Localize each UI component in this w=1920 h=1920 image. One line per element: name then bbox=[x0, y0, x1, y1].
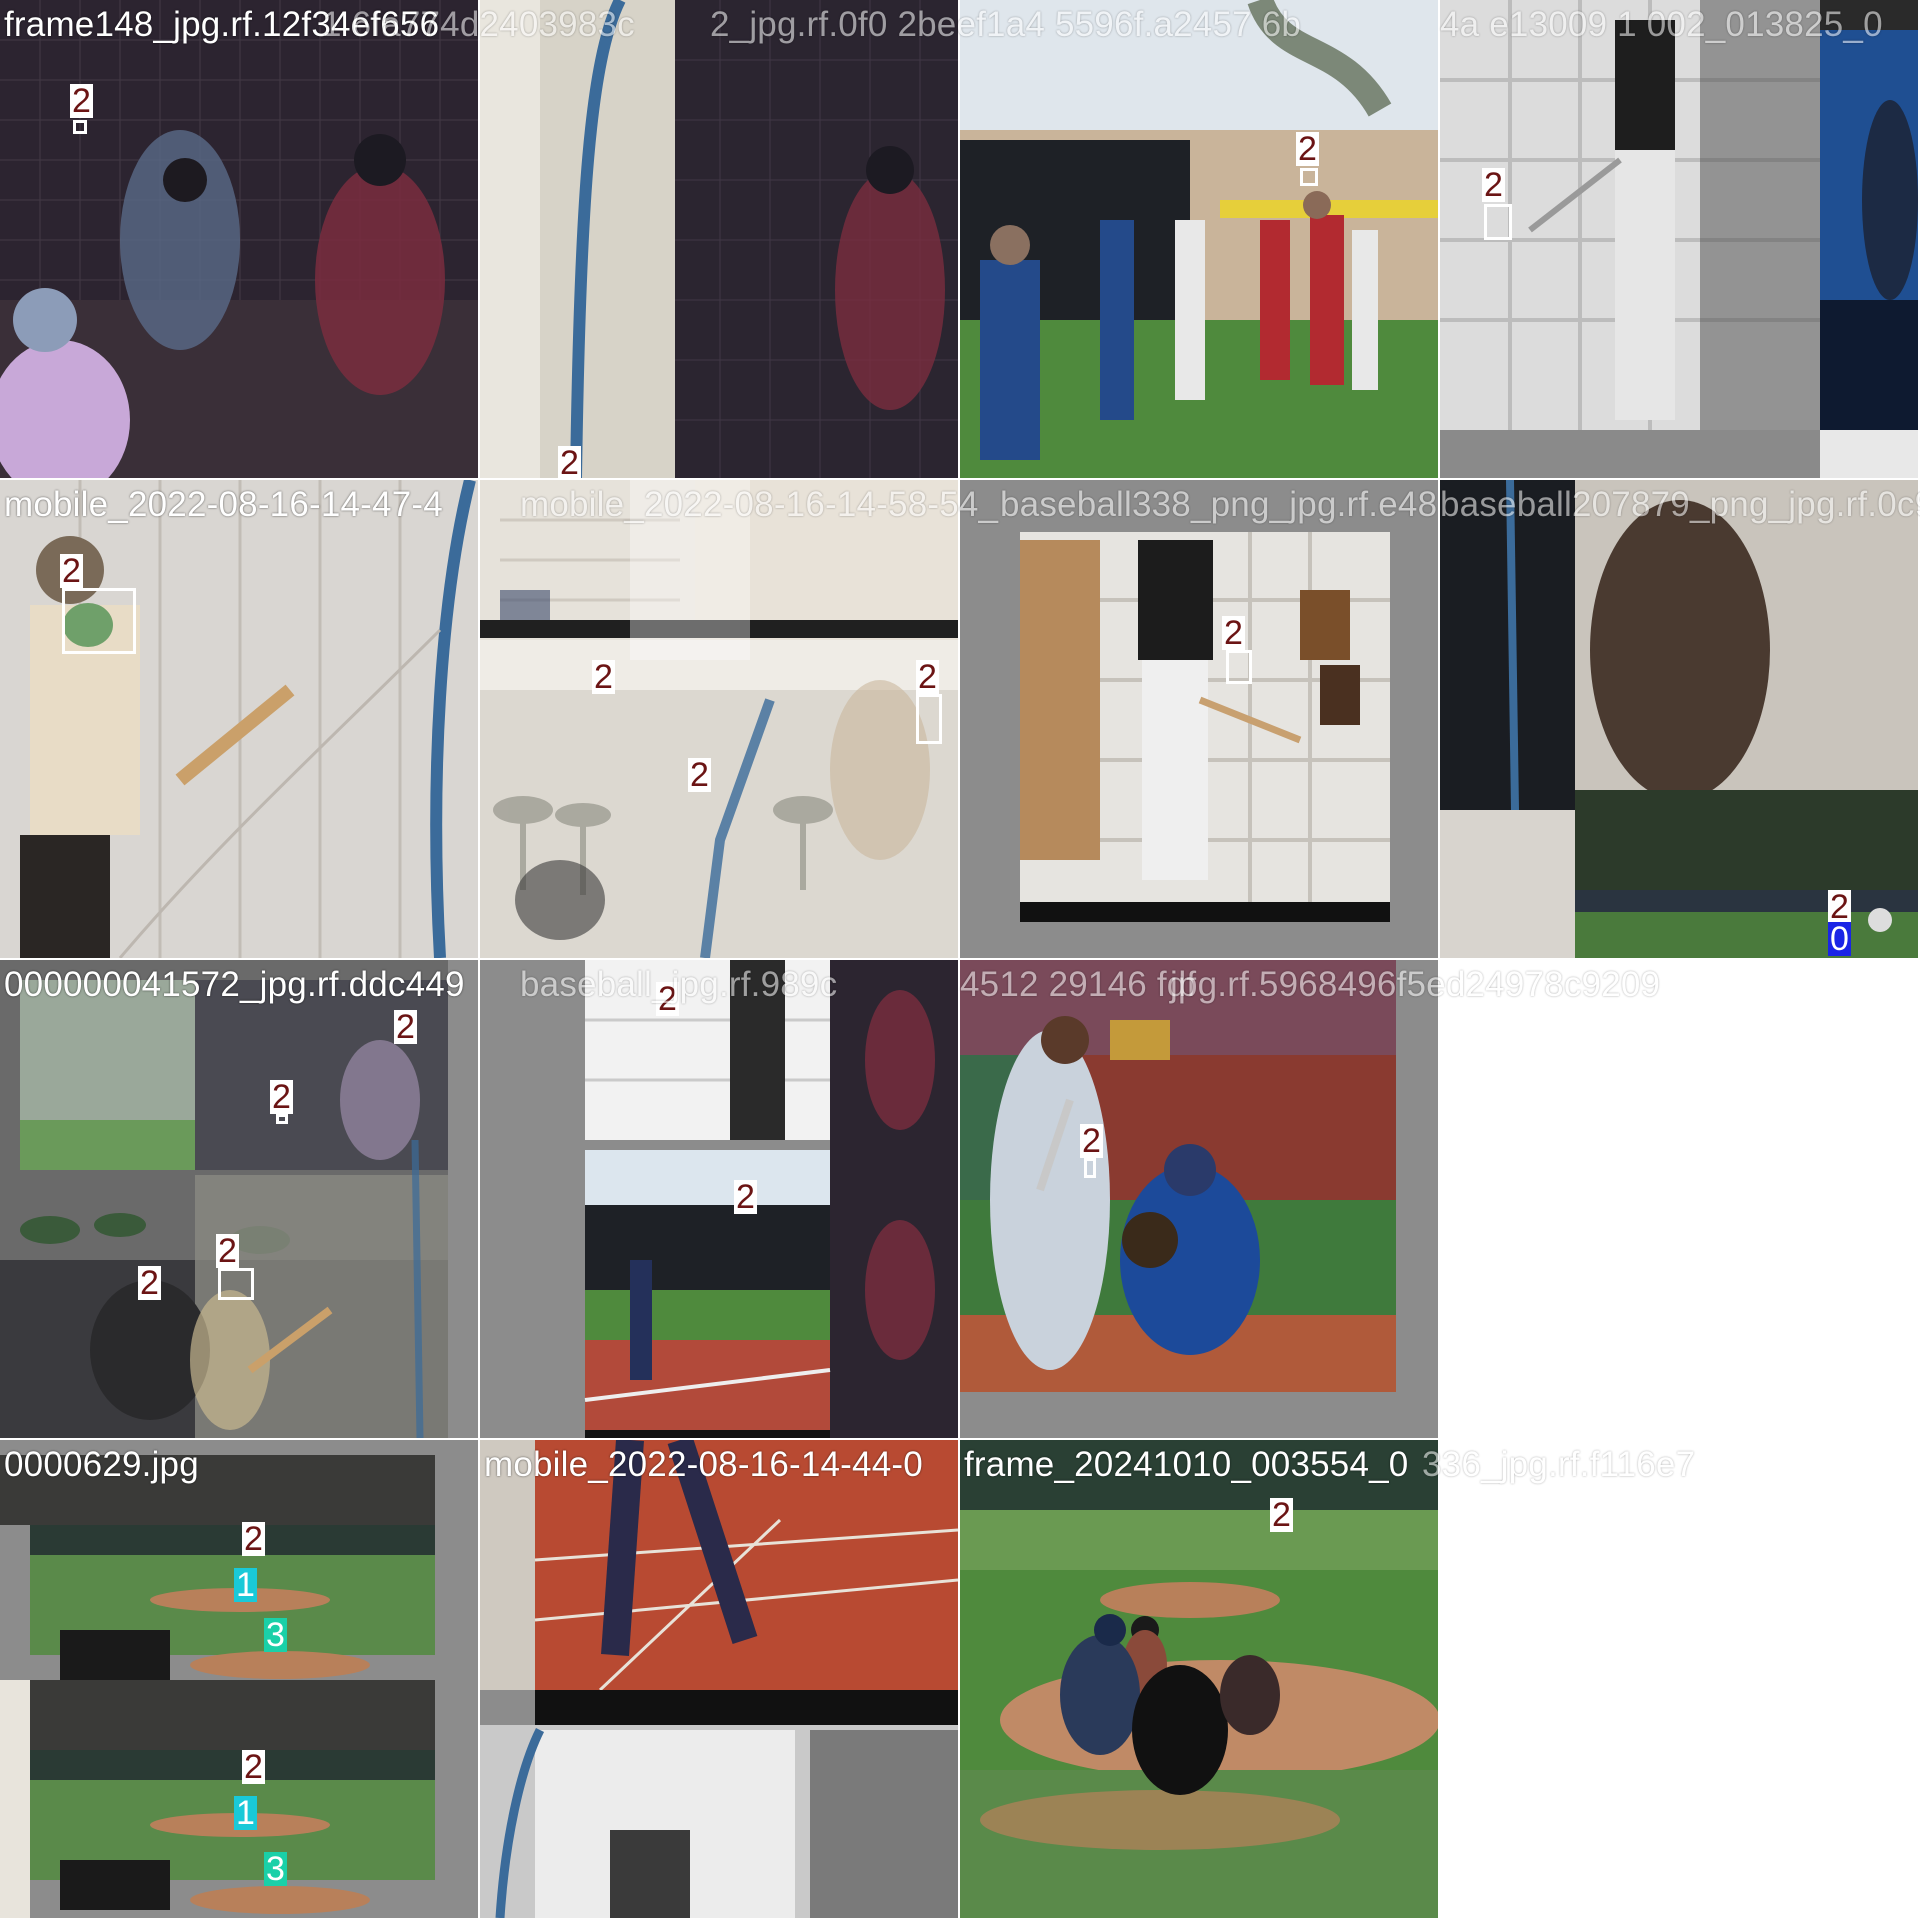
scene-pole-and-cage bbox=[480, 0, 958, 478]
scene-pro-pitcher-catcher bbox=[960, 960, 1438, 1438]
class-label: 2 bbox=[1482, 166, 1505, 204]
mosaic-tile bbox=[480, 0, 958, 478]
class-label: 2 bbox=[60, 552, 83, 590]
bounding-box bbox=[916, 694, 942, 744]
class-label: 2 bbox=[138, 1264, 161, 1302]
scene-batting-cage bbox=[0, 0, 478, 478]
class-label: 2 bbox=[1828, 888, 1851, 926]
class-label: 2 bbox=[70, 82, 93, 120]
bounding-box bbox=[218, 1268, 254, 1300]
mosaic-tile bbox=[0, 0, 478, 478]
scene-wall-and-stadium bbox=[1440, 480, 1918, 958]
mosaic-tile bbox=[480, 960, 958, 1438]
class-label: 2 bbox=[1296, 130, 1319, 168]
mosaic-tile bbox=[0, 1440, 478, 1918]
bounding-box bbox=[1084, 1158, 1096, 1178]
mosaic-grid: 2 2 2 2 2 2 2 2 2 2 0 2 2 2 2 2 2 2 2 1 … bbox=[0, 0, 1920, 1920]
class-label: 0 bbox=[1828, 920, 1851, 958]
scene-training-field bbox=[960, 0, 1438, 478]
mosaic-tile bbox=[960, 1440, 1438, 1918]
bounding-box bbox=[62, 588, 136, 654]
bounding-box bbox=[1484, 204, 1512, 240]
class-label: 3 bbox=[264, 1616, 287, 1654]
scene-indoor-batter-padded bbox=[960, 480, 1438, 958]
class-label: 2 bbox=[1080, 1122, 1103, 1160]
bounding-box bbox=[1300, 168, 1318, 186]
class-label: 3 bbox=[264, 1850, 287, 1888]
mosaic-tile bbox=[960, 0, 1438, 478]
class-label: 2 bbox=[270, 1078, 293, 1116]
class-label: 2 bbox=[656, 980, 679, 1018]
class-label: 2 bbox=[216, 1232, 239, 1270]
mosaic-tile-empty bbox=[1440, 1440, 1918, 1918]
class-label: 2 bbox=[734, 1178, 757, 1216]
class-label: 2 bbox=[242, 1748, 265, 1786]
mosaic-tile bbox=[1440, 480, 1918, 958]
mosaic-tile bbox=[480, 480, 958, 958]
mosaic-tile bbox=[960, 960, 1438, 1438]
bounding-box bbox=[276, 1114, 288, 1124]
mosaic-tile bbox=[480, 1440, 958, 1918]
class-label: 2 bbox=[592, 658, 615, 696]
scene-faded-composite bbox=[480, 480, 958, 958]
class-label: 2 bbox=[558, 444, 581, 482]
class-label: 2 bbox=[1270, 1496, 1293, 1534]
class-label: 2 bbox=[394, 1008, 417, 1046]
class-label: 2 bbox=[688, 756, 711, 794]
scene-pro-field-batter bbox=[960, 1440, 1438, 1918]
bounding-box bbox=[73, 120, 87, 134]
scene-broadcast-pitcher bbox=[0, 1440, 478, 1918]
class-label: 1 bbox=[234, 1794, 257, 1832]
mosaic-tile bbox=[960, 480, 1438, 958]
scene-quad-composite bbox=[480, 960, 958, 1438]
scene-batter-legs-clay bbox=[480, 1440, 958, 1918]
mosaic-tile-empty bbox=[1440, 960, 1918, 1438]
class-label: 2 bbox=[916, 658, 939, 696]
class-label: 2 bbox=[242, 1520, 265, 1558]
class-label: 1 bbox=[234, 1566, 257, 1604]
class-label: 2 bbox=[1222, 614, 1245, 652]
bounding-box bbox=[1226, 650, 1252, 684]
